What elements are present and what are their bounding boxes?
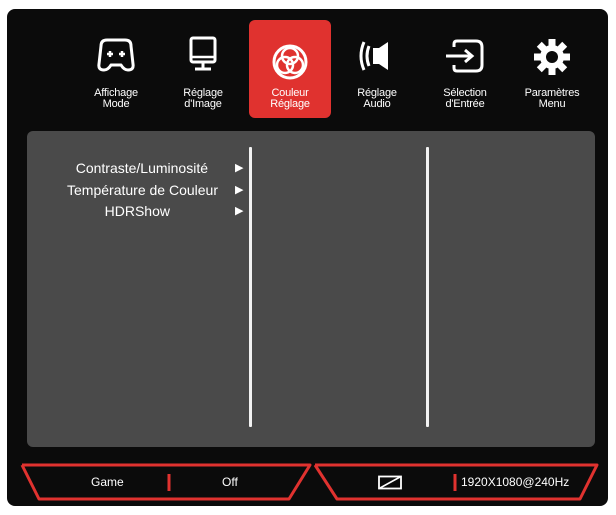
monitor-icon [189,36,217,71]
tab-label: Couleur Réglage [249,88,331,110]
tab-label: Réglage Audio [336,88,418,110]
tab-reglage-image[interactable]: Réglage d'Image [162,20,244,118]
gamepad-icon [97,38,135,72]
status-setting: Off [222,475,238,489]
column-divider [426,147,429,427]
menu-item-label: Contraste/Luminosité [75,160,208,176]
speaker-icon [359,41,388,71]
color-circles-icon [272,44,308,80]
tab-reglage-audio[interactable]: Réglage Audio [336,20,418,118]
menu-item-contraste-luminosite[interactable]: Contraste/Luminosité [76,160,208,176]
tab-label-line2: Menu [538,98,566,110]
tab-affichage-mode[interactable]: Affichage Mode [75,20,157,118]
tab-label: Réglage d'Image [162,88,244,110]
aspect-ratio-icon [378,475,402,490]
tab-label: Paramètres Menu [511,88,593,110]
tab-label-line2: Réglage [270,98,310,110]
tab-label-line2: Audio [363,98,391,110]
submenu-arrow-icon: ▶ [235,184,244,196]
tab-label-line2: d'Image [184,98,222,110]
tab-selection-entree[interactable]: Sélection d'Entrée [424,20,506,118]
menu-item-temperature-couleur[interactable]: Température de Couleur [67,182,218,198]
menu-item-hdrshow[interactable]: HDRShow [105,203,170,219]
gear-icon [534,39,570,75]
menu-item-label: Température de Couleur [67,182,218,198]
menu-item-label: HDRShow [104,203,170,219]
osd-window: Affichage Mode Réglage d'Image Couleur R… [7,9,608,506]
tab-couleur-reglage[interactable]: Couleur Réglage [249,20,331,118]
status-mode: Game [91,475,124,489]
tab-label-line2: Mode [102,98,130,110]
tab-parametres-menu[interactable]: Paramètres Menu [511,20,593,118]
submenu-panel: Contraste/Luminosité ▶ Température de Co… [27,131,595,447]
submenu-arrow-icon: ▶ [235,205,244,217]
submenu-arrow-icon: ▶ [235,162,244,174]
tab-label: Sélection d'Entrée [424,88,506,110]
tab-label: Affichage Mode [75,88,157,110]
column-divider [249,147,252,427]
status-resolution: 1920X1080@240Hz [461,475,570,489]
tab-label-line2: d'Entrée [445,98,485,110]
input-source-icon [446,39,484,73]
